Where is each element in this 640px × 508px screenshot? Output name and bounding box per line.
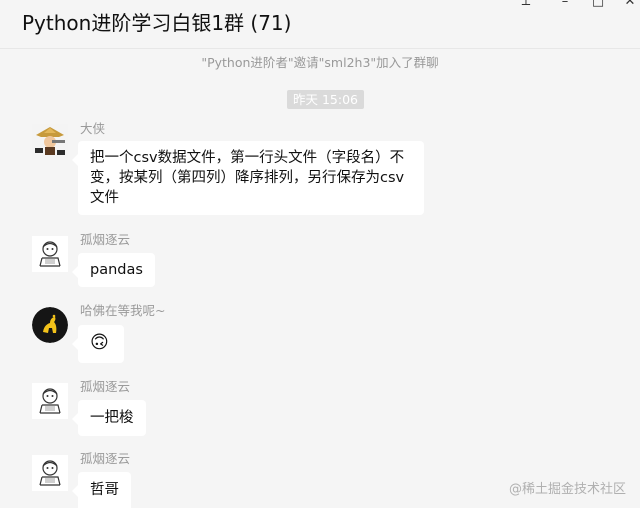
sender-name: 孤烟逐云: [80, 379, 131, 394]
message-bubble[interactable]: pandas: [72, 253, 155, 287]
message-bubble[interactable]: 把一个csv数据文件，第一行头文件（字段名）不变，按某列（第四列）降序排列，另行…: [72, 141, 424, 215]
sender-name: 孤烟逐云: [80, 232, 131, 247]
sender-name: 哈佛在等我呢~: [80, 303, 166, 318]
watermark: @稀土掘金技术社区: [508, 482, 626, 497]
message-bubble[interactable]: 哲哥: [72, 472, 131, 508]
sketch-avatar[interactable]: [32, 383, 68, 419]
sketch-avatar[interactable]: [32, 236, 68, 272]
sender-name: 大侠: [80, 121, 106, 136]
maximize-icon[interactable]: □: [590, 0, 606, 8]
close-icon[interactable]: ✕: [622, 0, 638, 8]
pin-icon[interactable]: ⟂: [518, 0, 534, 8]
chat-title: Python进阶学习白银1群 (71): [22, 11, 292, 35]
message-bubble[interactable]: 一把梭: [72, 400, 146, 436]
ferrari-avatar[interactable]: [32, 307, 68, 343]
message-bubble[interactable]: 🙃: [72, 325, 124, 363]
sketch-avatar[interactable]: [32, 455, 68, 491]
warrior-avatar[interactable]: [32, 124, 68, 160]
sender-name: 孤烟逐云: [80, 451, 131, 466]
chat-header: Python进阶学习白银1群 (71) ⟂ – □ ✕: [0, 0, 640, 49]
minimize-icon[interactable]: –: [557, 0, 573, 8]
time-divider: 昨天 15:06: [287, 90, 364, 109]
system-notice: "Python进阶者"邀请"sml2h3"加入了群聊: [201, 55, 439, 70]
